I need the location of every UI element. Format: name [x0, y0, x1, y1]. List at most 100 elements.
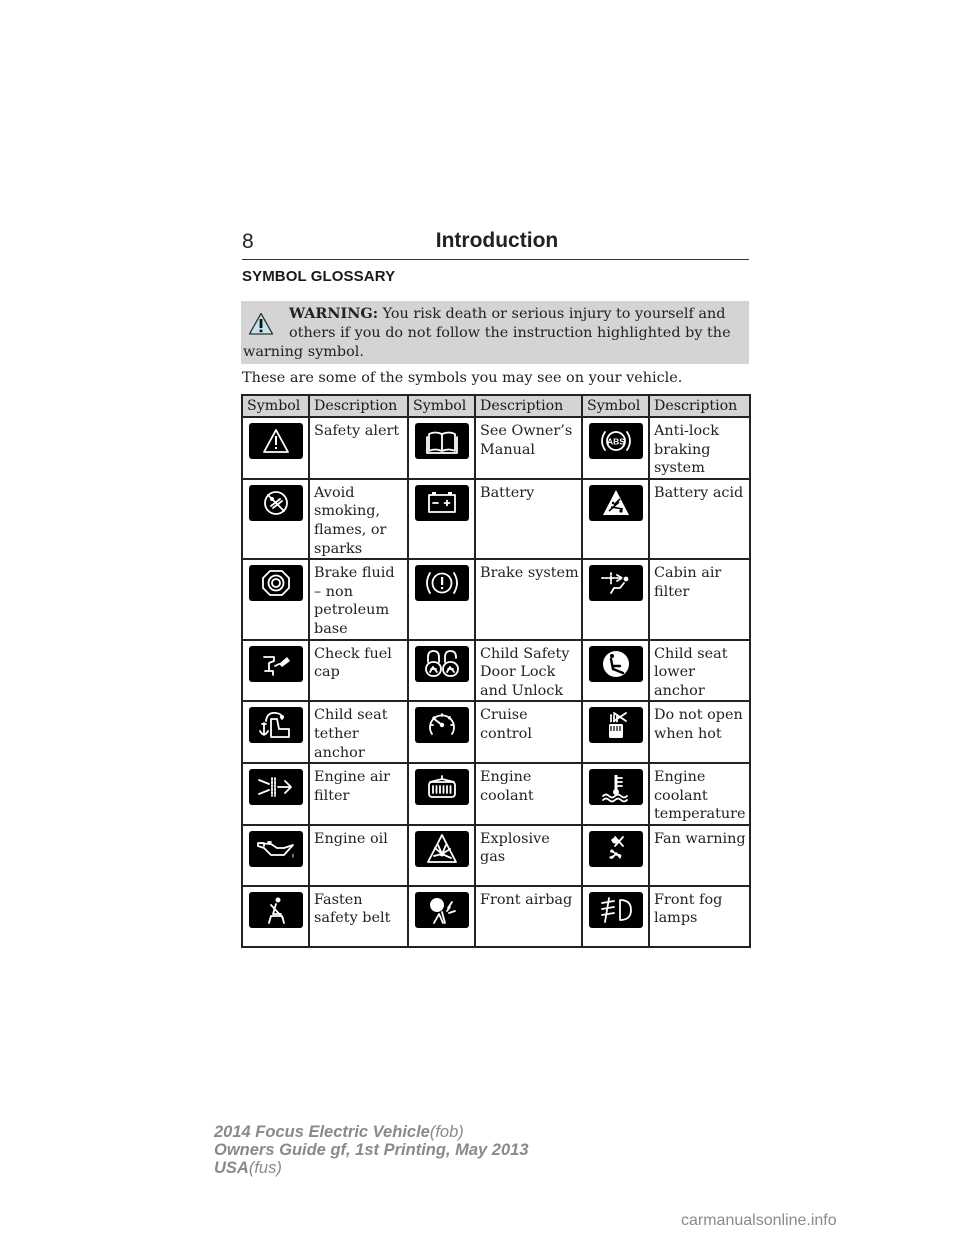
front-airbag-icon	[414, 891, 469, 928]
battery-icon	[414, 484, 469, 521]
symbol-cell	[241, 823, 310, 887]
header-symbol: Symbol	[241, 394, 310, 418]
footer-print-info: 2014 Focus Electric Vehicle(fob) Owners …	[214, 1123, 529, 1177]
safety-alert-icon	[248, 423, 303, 459]
description-cell: See Owner’s Manual	[474, 416, 583, 480]
symbol-cell	[241, 638, 310, 703]
footer-market: USA	[214, 1159, 249, 1177]
seat-belt-icon	[248, 891, 303, 928]
description-cell: Engine air filter	[308, 762, 409, 826]
symbol-cell	[407, 700, 476, 765]
symbol-cell	[407, 762, 476, 826]
description-cell: Child seat tether anchor	[308, 700, 409, 765]
symbol-cell	[407, 823, 476, 887]
table-row: Engine oil Explosive gas Fan warning	[241, 823, 751, 887]
description-cell: Engine coolant temperature	[648, 762, 751, 826]
engine-coolant-icon	[414, 769, 469, 806]
symbol-cell: ABS	[581, 416, 650, 480]
table-row: Fasten safety belt Front airbag Front fog …	[241, 884, 751, 948]
table-row: Engine air filter Engine coolant Engine co…	[241, 762, 751, 826]
fuel-cap-icon	[248, 645, 303, 682]
engine-oil-icon	[248, 830, 303, 867]
symbol-cell	[241, 884, 310, 948]
symbol-cell	[407, 884, 476, 948]
header-description: Description	[308, 394, 409, 418]
description-cell: Battery acid	[648, 477, 751, 561]
symbol-cell	[581, 477, 650, 561]
footer-vehicle-code: (fob)	[429, 1123, 464, 1141]
description-cell: Brake fluid – non petroleum base	[308, 558, 409, 641]
description-cell: Child seat lower anchor	[648, 638, 751, 703]
symbol-glossary-table: Symbol Description Symbol Description Sy…	[241, 394, 751, 948]
brake-fluid-icon	[248, 565, 303, 602]
description-cell: Avoid smoking, flames, or sparks	[308, 477, 409, 561]
table-row: Safety alert See Owner’s Manual ABS Anti-lo…	[241, 416, 751, 480]
description-cell: Explosive gas	[474, 823, 583, 887]
description-cell: Check fuel cap	[308, 638, 409, 703]
do-not-open-hot-icon	[588, 707, 643, 744]
no-smoking-icon	[248, 484, 303, 521]
symbol-cell	[407, 416, 476, 480]
symbol-cell	[581, 638, 650, 703]
description-cell: Fasten safety belt	[308, 884, 409, 948]
page-header: 8 Introduction	[242, 229, 749, 260]
symbol-cell	[241, 700, 310, 765]
owners-manual-icon	[414, 423, 469, 459]
description-cell: Front fog lamps	[648, 884, 751, 948]
description-cell: Anti-lock braking system	[648, 416, 751, 480]
coolant-temperature-icon	[588, 769, 643, 806]
symbol-cell	[581, 558, 650, 641]
cruise-control-icon	[414, 707, 469, 744]
table-row: Child seat tether anchor Cruise control Do…	[241, 700, 751, 765]
table-row: Avoid smoking, flames, or sparks Battery B…	[241, 477, 751, 561]
symbol-cell	[241, 416, 310, 480]
description-cell: Fan warning	[648, 823, 751, 887]
symbol-cell	[241, 477, 310, 561]
header-description: Description	[474, 394, 583, 418]
explosive-gas-icon	[414, 830, 469, 867]
child-seat-tether-icon	[248, 707, 303, 744]
footer-market-code: (fus)	[248, 1159, 282, 1177]
fan-warning-icon	[588, 830, 643, 867]
page-number: 8	[242, 230, 254, 253]
front-fog-lamps-icon	[588, 891, 643, 928]
symbol-cell	[581, 884, 650, 948]
warning-label: WARNING:	[289, 305, 379, 322]
description-cell: Cruise control	[474, 700, 583, 765]
warning-line-2: others if you do not follow the instruct…	[289, 325, 731, 341]
header-description: Description	[648, 394, 751, 418]
symbol-cell	[581, 700, 650, 765]
symbol-cell	[581, 762, 650, 826]
description-cell: Do not open when hot	[648, 700, 751, 765]
warning-box: WARNING: You risk death or serious injur…	[241, 301, 749, 364]
battery-acid-icon	[588, 484, 643, 521]
footer-vehicle: 2014 Focus Electric Vehicle	[214, 1123, 430, 1141]
description-cell: Cabin air filter	[648, 558, 751, 641]
svg-text:ABS: ABS	[607, 437, 625, 447]
cabin-air-filter-icon	[588, 565, 643, 602]
warning-line-3: warning symbol.	[243, 344, 364, 360]
symbol-cell	[407, 477, 476, 561]
header-symbol: Symbol	[581, 394, 650, 418]
symbol-cell	[407, 558, 476, 641]
section-title: SYMBOL GLOSSARY	[242, 268, 396, 285]
symbol-cell	[241, 762, 310, 826]
chapter-title: Introduction	[435, 229, 559, 252]
description-cell: Engine coolant	[474, 762, 583, 826]
description-cell: Brake system	[474, 558, 583, 641]
abs-icon: ABS	[588, 423, 643, 459]
description-cell: Battery	[474, 477, 583, 561]
warning-line-1: You risk death or serious injury to your…	[382, 306, 726, 322]
table-row: Brake fluid – non petroleum base Brake sy…	[241, 558, 751, 641]
header-symbol: Symbol	[407, 394, 476, 418]
warning-text: WARNING: You risk death or serious injur…	[243, 304, 743, 362]
symbol-cell	[241, 558, 310, 641]
description-cell: Safety alert	[308, 416, 409, 480]
description-cell: Front airbag	[474, 884, 583, 948]
watermark: carmanualsonline.info	[681, 1212, 837, 1229]
description-cell: Engine oil	[308, 823, 409, 887]
symbol-cell	[581, 823, 650, 887]
child-lock-icon	[414, 645, 469, 682]
symbol-cell	[407, 638, 476, 703]
description-cell: Child Safety Door Lock and Unlock	[474, 638, 583, 703]
